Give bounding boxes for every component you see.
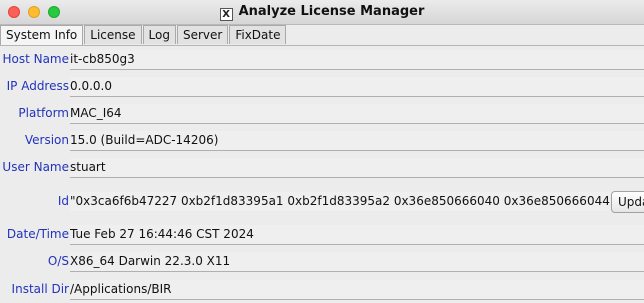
user-name-value[interactable]: stuart xyxy=(70,158,644,178)
version-row: Version 15.0 (Build=ADC-14206) xyxy=(0,127,644,153)
os-row: O/S X86_64 Darwin 22.3.0 X11 xyxy=(0,248,644,274)
tab-log[interactable]: Log xyxy=(142,25,176,44)
tab-license[interactable]: License xyxy=(84,25,142,44)
tab-bar: System Info License Log Server FixDate xyxy=(0,25,287,45)
install-dir-value[interactable]: /Applications/BIR xyxy=(70,280,644,300)
user-name-label: User Name xyxy=(2,160,69,174)
app-window: X Analyze License Manager System Info Lic… xyxy=(0,0,644,303)
host-name-label: Host Name xyxy=(2,52,69,66)
os-label: O/S xyxy=(47,254,69,268)
install-dir-label: Install Dir xyxy=(11,282,69,296)
id-value[interactable]: "0x3ca6f6b47227 0xb2f1d83395a1 0xb2f1d83… xyxy=(70,192,610,211)
system-info-panel: Host Name it-cb850g3 IP Address 0.0.0.0 … xyxy=(0,45,644,303)
user-name-row: User Name stuart xyxy=(0,154,644,180)
tab-fixdate[interactable]: FixDate xyxy=(229,25,287,44)
version-label: Version xyxy=(24,133,69,147)
title-bar: X Analyze License Manager xyxy=(0,0,644,25)
date-time-value[interactable]: Tue Feb 27 16:44:46 CST 2024 xyxy=(70,225,644,245)
host-name-row: Host Name it-cb850g3 xyxy=(0,46,644,72)
ip-address-value[interactable]: 0.0.0.0 xyxy=(70,77,644,97)
platform-value[interactable]: MAC_I64 xyxy=(70,104,644,124)
tab-server[interactable]: Server xyxy=(176,25,229,44)
os-value[interactable]: X86_64 Darwin 22.3.0 X11 xyxy=(70,252,644,272)
window-title: Analyze License Manager xyxy=(238,4,425,19)
id-label: Id xyxy=(57,194,69,208)
platform-label: Platform xyxy=(18,106,69,120)
update-button[interactable]: Update xyxy=(611,191,644,213)
ip-address-label: IP Address xyxy=(6,79,69,93)
date-time-label: Date/Time xyxy=(6,227,69,241)
id-row: Id "0x3ca6f6b47227 0xb2f1d83395a1 0xb2f1… xyxy=(0,188,644,214)
window-title-group: X Analyze License Manager xyxy=(0,4,644,21)
install-dir-row: Install Dir /Applications/BIR xyxy=(0,276,644,302)
date-time-row: Date/Time Tue Feb 27 16:44:46 CST 2024 xyxy=(0,221,644,247)
platform-row: Platform MAC_I64 xyxy=(0,100,644,126)
version-value[interactable]: 15.0 (Build=ADC-14206) xyxy=(70,131,644,151)
ip-address-row: IP Address 0.0.0.0 xyxy=(0,73,644,99)
host-name-value[interactable]: it-cb850g3 xyxy=(70,50,644,70)
x11-app-icon: X xyxy=(219,8,233,21)
tab-system-info[interactable]: System Info xyxy=(0,25,84,45)
